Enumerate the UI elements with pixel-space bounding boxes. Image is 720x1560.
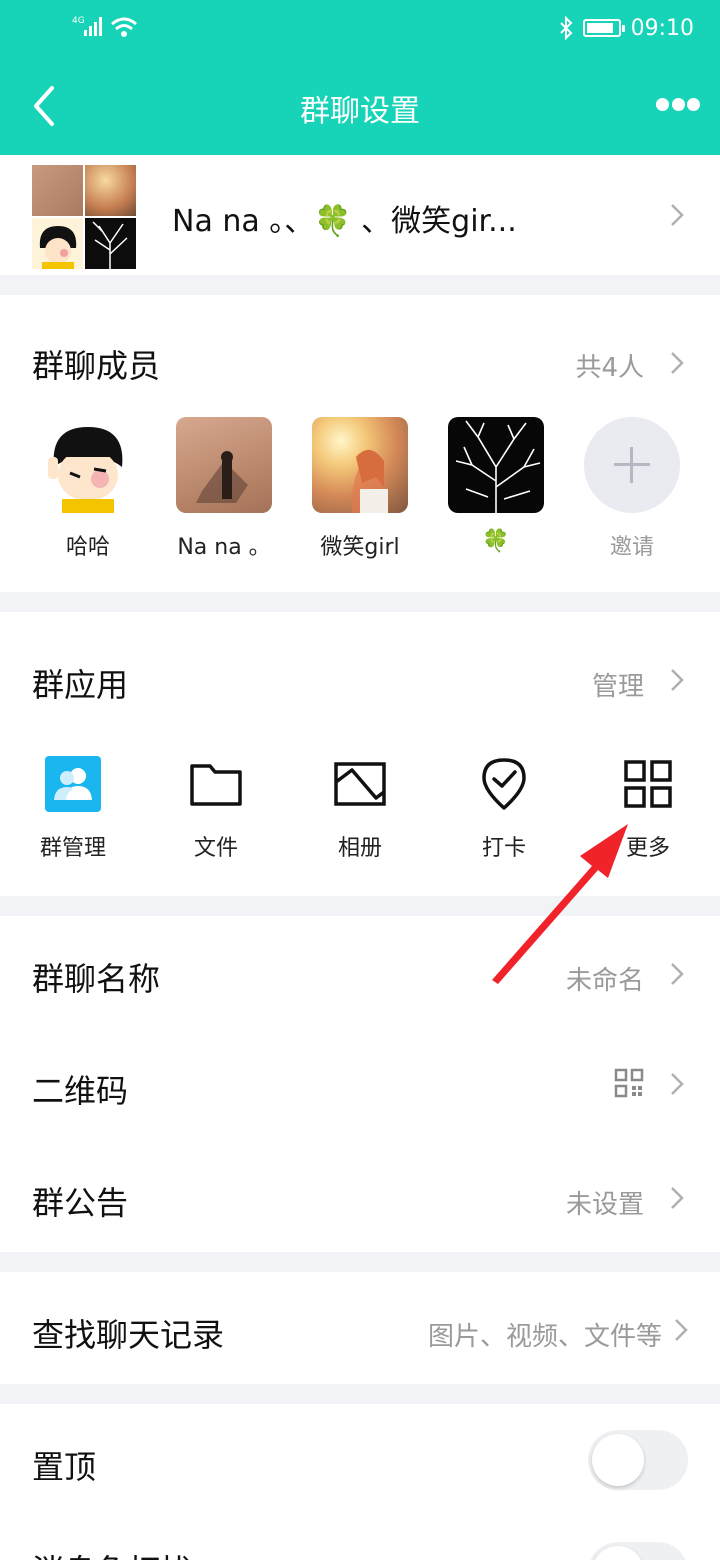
app-label: 打卡 [481, 836, 526, 861]
search-history-row[interactable]: 查找聊天记录 图片、视频、文件等 [0, 1272, 720, 1384]
chevron-right-icon [670, 1186, 684, 1210]
chevron-right-icon [670, 203, 684, 227]
settings-section: 群聊名称 未命名 二维码 群公告 未设置 [0, 916, 720, 1252]
members-title: 群聊成员 [32, 347, 161, 385]
folder-icon [188, 756, 244, 812]
group-notice-row[interactable]: 群公告 未设置 [0, 1140, 720, 1252]
row-value: 未命名 [565, 966, 644, 996]
dnd-toggle[interactable] [588, 1542, 688, 1560]
chevron-right-icon [670, 962, 684, 986]
members-count[interactable]: 共4人 [575, 347, 644, 384]
bluetooth-icon [559, 16, 573, 40]
row-label: 群聊名称 [32, 960, 161, 998]
member-avatar[interactable]: 🍀 [448, 417, 544, 554]
app-more[interactable]: 更多 [583, 756, 713, 862]
row-label: 群公告 [32, 1184, 129, 1222]
page-title: 群聊设置 [300, 94, 420, 129]
member-name: 微笑girl [320, 535, 400, 560]
member-avatar[interactable]: 微笑girl [312, 417, 408, 560]
album-icon [332, 756, 388, 812]
top-bar: 4G 09:10 群聊设置 [0, 0, 720, 155]
check-in-icon [476, 756, 532, 812]
chevron-right-icon [674, 1318, 688, 1342]
qr-code-row[interactable]: 二维码 [0, 1028, 720, 1140]
member-avatar[interactable]: 哈哈 [40, 417, 136, 560]
chevron-right-icon[interactable] [670, 351, 684, 375]
signal-wifi-icon: 4G [72, 12, 142, 42]
more-icon[interactable] [656, 96, 700, 112]
group-name-row[interactable]: 群聊名称 未命名 [0, 916, 720, 1028]
grid-icon [620, 756, 676, 812]
group-admin-icon [45, 756, 101, 812]
invite-label: 邀请 [609, 535, 654, 560]
qr-code-icon [614, 1068, 644, 1098]
chevron-right-icon [670, 1072, 684, 1096]
app-check-in[interactable]: 打卡 [439, 756, 569, 862]
app-label: 文件 [193, 836, 238, 861]
app-file[interactable]: 文件 [151, 756, 281, 862]
app-group-admin[interactable]: 群管理 [8, 756, 138, 862]
member-avatar[interactable]: Na na 。 [176, 417, 272, 560]
apps-title: 群应用 [32, 666, 129, 704]
plus-icon [584, 417, 680, 513]
invite-button[interactable]: 邀请 [584, 417, 680, 560]
apps-manage[interactable]: 管理 [592, 666, 644, 703]
app-label: 群管理 [39, 836, 106, 861]
member-name: 🍀 [482, 529, 510, 554]
pin-toggle[interactable] [588, 1430, 688, 1490]
row-label: 查找聊天记录 [32, 1316, 225, 1354]
clock: 09:10 [630, 15, 694, 41]
member-name: Na na 。 [177, 535, 271, 560]
group-header[interactable]: Na na 。、🍀 、微笑gir... [0, 155, 720, 275]
status-right: 09:10 [559, 12, 694, 44]
group-avatar [32, 165, 136, 269]
dnd-label: 消息免打扰 [32, 1546, 192, 1560]
row-label: 二维码 [32, 1072, 129, 1110]
svg-text:4G: 4G [72, 16, 85, 26]
battery-icon [582, 19, 625, 37]
row-value: 图片、视频、文件等 [427, 1322, 662, 1352]
group-name: Na na 。、🍀 、微笑gir... [172, 204, 517, 239]
chevron-right-icon[interactable] [670, 668, 684, 692]
app-label: 更多 [625, 836, 670, 861]
app-album[interactable]: 相册 [295, 756, 425, 862]
pin-label: 置顶 [32, 1448, 97, 1486]
row-value: 未设置 [565, 1190, 644, 1220]
toggle-section: 置顶 消息免打扰 [0, 1404, 720, 1560]
app-label: 相册 [337, 836, 382, 861]
member-name: 哈哈 [65, 535, 110, 560]
